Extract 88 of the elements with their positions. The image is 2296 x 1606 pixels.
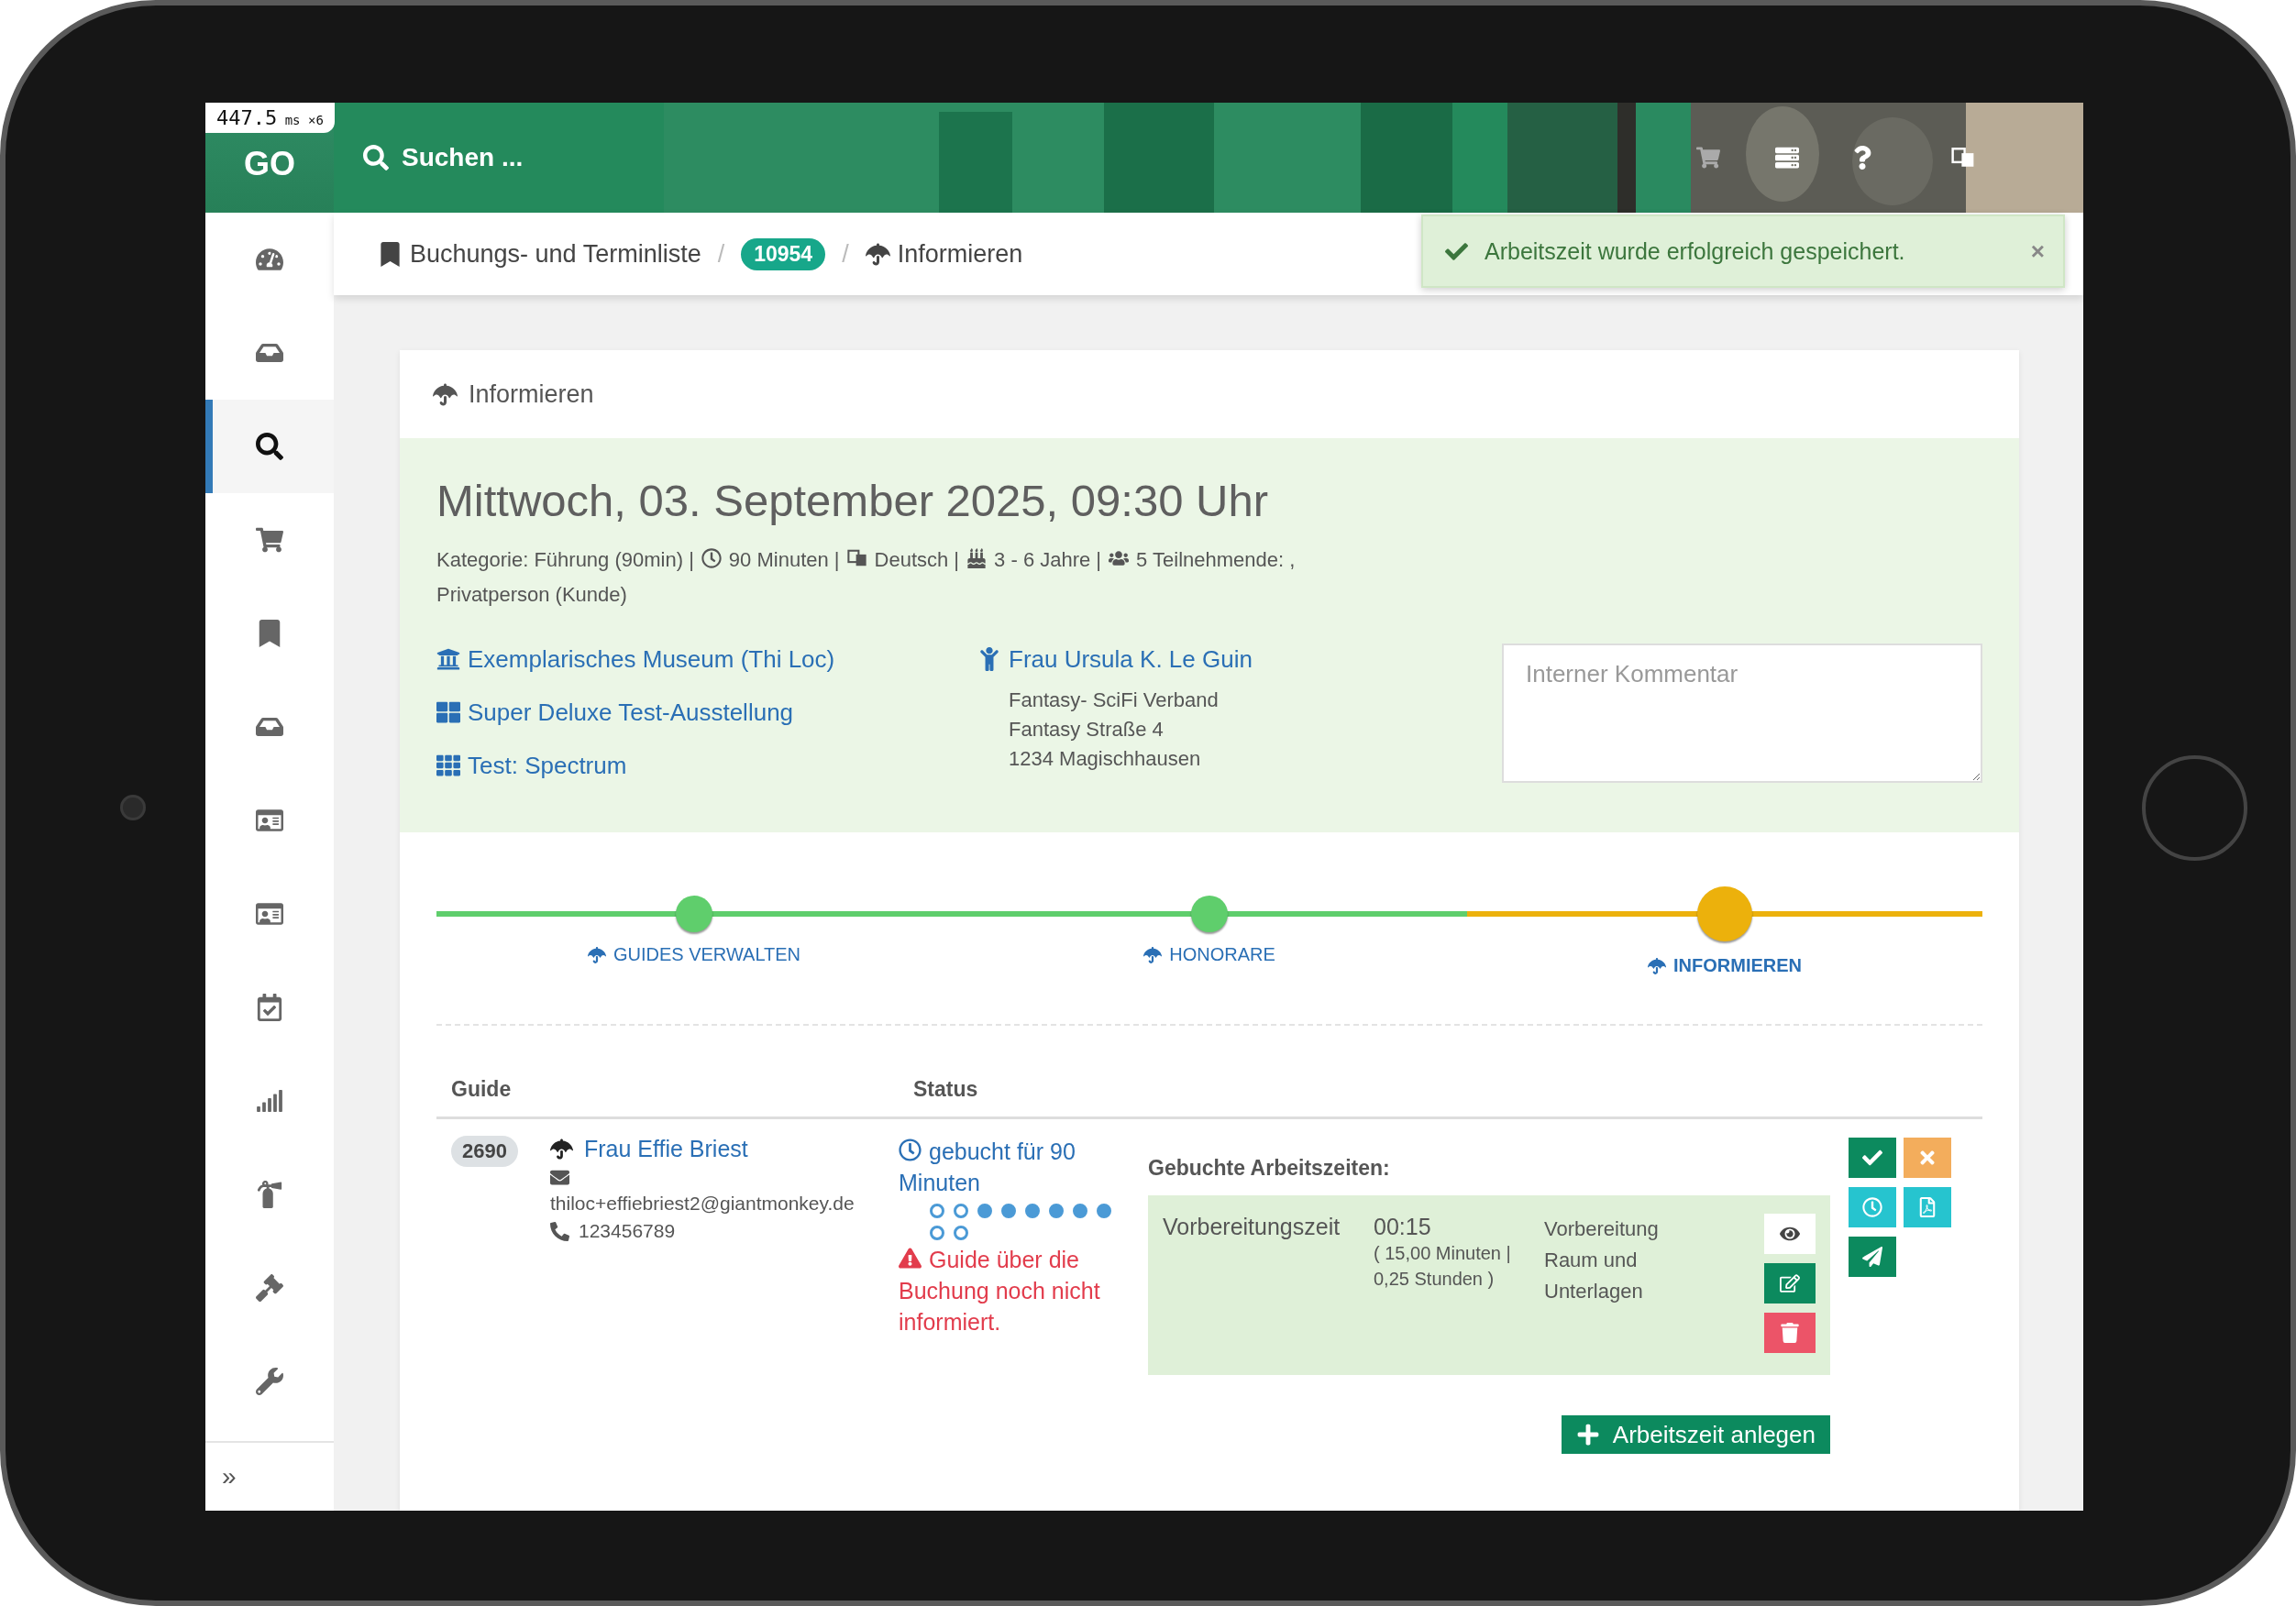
column-header: Status [913,1077,979,1102]
umbrella-icon [865,241,890,267]
cart-icon[interactable] [1696,146,1720,170]
users-icon [1109,548,1130,568]
delete-button[interactable] [1764,1313,1816,1353]
worktime-type: Vorbereitungszeit [1163,1214,1341,1241]
worktimes-heading: Gebuchte Arbeitszeiten: [1148,1156,1391,1181]
trash-icon [1780,1323,1800,1343]
edit-button[interactable] [1764,1263,1816,1304]
plus-icon [1575,1423,1600,1446]
museum-icon [436,647,460,671]
search-icon [256,433,283,460]
umbrella-icon [587,945,606,964]
breadcrumb-separator: / [842,239,849,269]
list-icon[interactable] [1775,146,1799,170]
guide-name-link[interactable]: Frau Effie Briest [550,1136,899,1162]
clock-icon [899,1138,922,1161]
close-button[interactable]: × [2030,236,2045,266]
warning-icon [899,1247,922,1270]
booking-link[interactable]: Test: Spectrum [436,739,977,792]
contact-address-line: Fantasy Straße 4 [1008,717,1165,742]
person-icon [977,647,1001,671]
booking-meta: Privatperson (Kunde) [436,582,627,608]
gavel-icon [256,1274,283,1302]
booking-link[interactable]: Super Deluxe Test-Ausstellung [436,686,977,739]
id-card-icon [256,900,283,928]
search-button[interactable]: Suchen ... [363,143,1696,172]
breadcrumb-current: Informieren [865,239,1023,269]
breadcrumb-link[interactable]: Buchungs- und Terminliste [378,239,701,269]
cart-icon [256,526,283,554]
calendar-check-icon [256,994,283,1021]
column-header: Guide [451,1077,513,1102]
clock-icon [1862,1197,1882,1217]
guide-email: thiloc+effiebriest2@giantmonkey.de [550,1193,855,1215]
umbrella-icon [550,1138,573,1160]
add-worktime-button[interactable]: Arbeitszeit anlegen [1561,1415,1830,1454]
wrench-icon [256,1368,283,1395]
contact-address-line: 1234 Magischhausen [1008,746,1202,772]
breadcrumb-separator: / [717,239,725,269]
card-title: Informieren [469,380,594,409]
grid-icon [436,700,460,724]
check-icon [1862,1148,1882,1168]
cake-icon [966,548,988,568]
search-icon [363,145,389,170]
id-card-icon [256,807,283,834]
booking-meta: Kategorie: Führung (90min) | [436,547,694,573]
contact-link[interactable]: Frau Ursula K. Le Guin [977,632,1502,686]
confirm-button[interactable] [1849,1138,1896,1178]
comment-field[interactable]: Interner Kommentar [1502,644,1982,783]
edit-icon [1780,1273,1800,1293]
camera [120,795,146,820]
booking-meta: 3 - 6 Jahre | [994,547,1102,573]
view-button[interactable] [1764,1214,1816,1254]
booking-number-badge[interactable]: 10954 [741,237,826,270]
booking-link[interactable]: Exemplarisches Museum (Thi Loc) [436,632,977,686]
step-link[interactable]: HONORARE [1143,944,1275,965]
worktime-duration: 00:15 [1374,1214,1432,1240]
pdf-file-icon [1917,1197,1937,1217]
dashboard-icon [256,246,283,273]
paper-plane-icon [1862,1247,1882,1267]
grid-icon [436,754,460,777]
worktime-detail: ( 15,00 Minuten | 0,25 Stunden ) [1374,1242,1512,1291]
signal-bars-icon [256,1087,283,1115]
timing-overlay: 447.5 ms ×6 [205,103,335,133]
toast-message: Arbeitszeit wurde erfolgreich gespeichert. [1485,237,1905,265]
expand-toggle[interactable]: » [222,1462,237,1491]
sidebar-item[interactable] [205,400,334,493]
step-link[interactable]: GUIDES VERWALTEN [587,944,801,965]
phone-icon [550,1221,569,1241]
umbrella-icon [1143,945,1163,964]
step-link[interactable]: INFORMIEREN [1648,955,1802,976]
clock-icon [701,548,722,568]
booking-meta: 90 Minuten | [728,547,840,573]
contact-address-line: Fantasy- SciFi Verband [1008,688,1220,713]
warning-message: Guide über die Buchung noch nicht informiert. [899,1246,1101,1336]
fire-extinguisher-icon [256,1181,283,1208]
worktime-note: Vorbereitung Raum und Unterlagen [1544,1216,1660,1304]
booking-meta: 5 Teilnehmende: , [1136,547,1296,573]
booking-meta: Deutsch | [874,547,960,573]
bookmark-icon [378,241,403,267]
envelope-icon [550,1168,569,1187]
status-link[interactable]: gebucht für 90 Minuten [899,1136,1148,1198]
guide-id-badge: 2690 [451,1136,518,1167]
send-button[interactable] [1849,1237,1896,1277]
guide-phone: 123456789 [579,1220,676,1242]
umbrella-icon [1648,956,1666,975]
umbrella-icon [433,381,458,407]
booking-date: Mittwoch, 03. September 2025, 09:30 Uhr [436,475,1269,526]
